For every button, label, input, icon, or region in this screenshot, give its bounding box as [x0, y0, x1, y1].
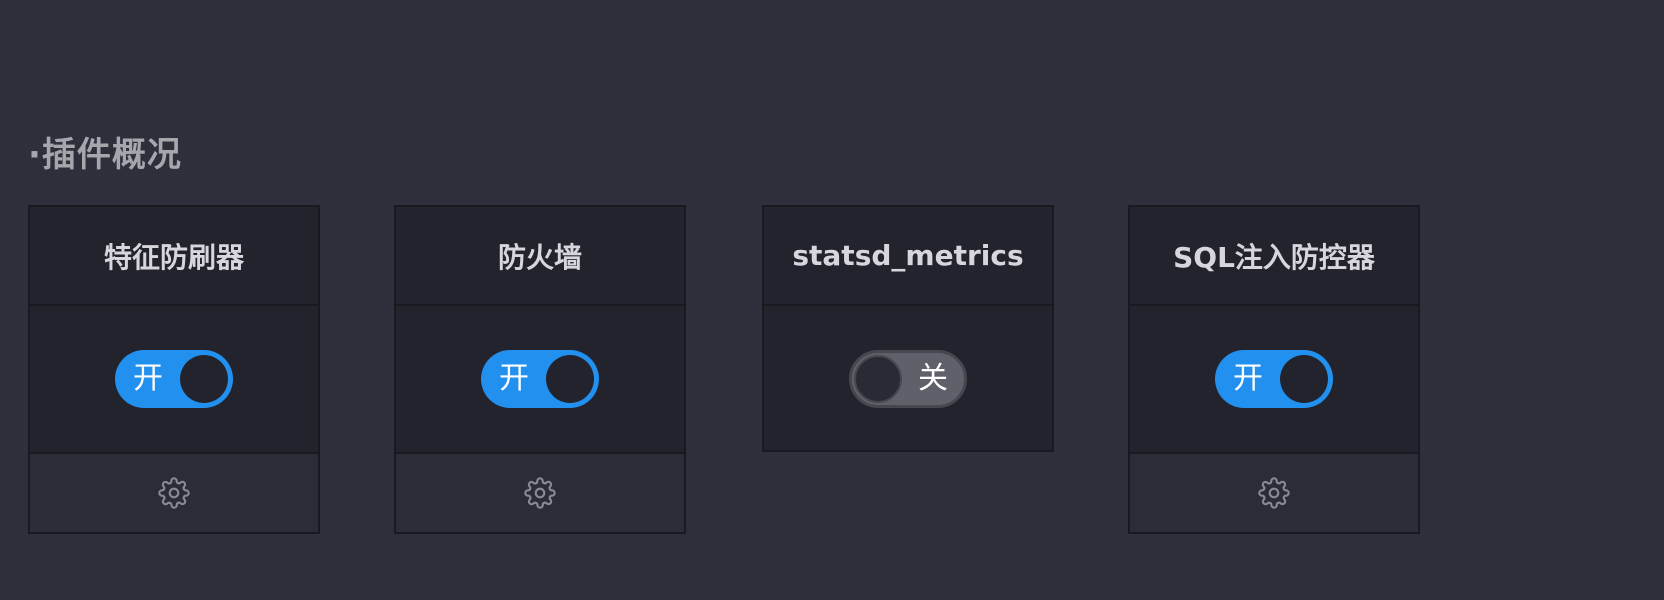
plugin-card-body: 开 [396, 306, 684, 452]
plugin-card-body: 开 [30, 306, 318, 452]
switch-label: 关 [918, 361, 948, 396]
plugin-card-body: 开 [1130, 306, 1418, 452]
switch-knob [546, 355, 594, 403]
plugin-card-body: 关 [764, 306, 1052, 452]
gear-icon[interactable] [1258, 477, 1290, 509]
gear-icon[interactable] [158, 477, 190, 509]
plugin-card-footer [1130, 452, 1418, 532]
plugin-card-feature-anti-brush: 特征防刷器 开 [28, 205, 320, 534]
plugin-card-sql-injection-guard: SQL注入防控器 开 [1128, 205, 1420, 534]
plugin-name: statsd_metrics [764, 207, 1052, 306]
plugin-name: 特征防刷器 [30, 207, 318, 306]
plugin-card-statsd-metrics: statsd_metrics 关 [762, 205, 1054, 452]
plugin-toggle-switch[interactable]: 开 [1215, 350, 1333, 408]
plugin-name: SQL注入防控器 [1130, 207, 1418, 306]
switch-knob [1280, 355, 1328, 403]
section-title: ·插件概况 [28, 135, 182, 175]
switch-knob [854, 355, 902, 403]
plugin-card-footer [30, 452, 318, 532]
gear-icon[interactable] [524, 477, 556, 509]
switch-label: 开 [133, 361, 163, 396]
plugin-toggle-switch[interactable]: 开 [481, 350, 599, 408]
plugin-name: 防火墙 [396, 207, 684, 306]
switch-label: 开 [499, 361, 529, 396]
plugin-card-firewall: 防火墙 开 [394, 205, 686, 534]
switch-label: 开 [1233, 361, 1263, 396]
plugin-toggle-switch[interactable]: 开 [115, 350, 233, 408]
plugin-toggle-switch[interactable]: 关 [849, 350, 967, 408]
plugin-card-footer [396, 452, 684, 532]
switch-knob [180, 355, 228, 403]
